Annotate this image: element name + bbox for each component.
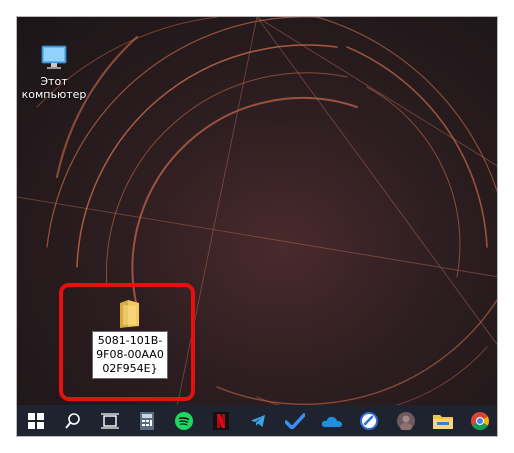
- onedrive-taskbar-button[interactable]: [313, 405, 350, 436]
- spotify-icon: [174, 411, 193, 430]
- search-button[interactable]: [54, 405, 91, 436]
- cloud-icon: [321, 416, 342, 427]
- search-icon: [64, 412, 80, 429]
- windows-logo-icon: [27, 412, 44, 429]
- telegram-taskbar-button[interactable]: [239, 405, 276, 436]
- this-pc-desktop-icon[interactable]: Этот компьютер: [17, 43, 91, 101]
- task-view-button[interactable]: [91, 405, 128, 436]
- telegram-icon: [250, 414, 265, 427]
- calculator-taskbar-button[interactable]: [128, 405, 165, 436]
- checkmark-icon: [284, 412, 305, 429]
- app-icon: [359, 411, 378, 430]
- spotify-taskbar-button[interactable]: [165, 405, 202, 436]
- app-taskbar-button[interactable]: [350, 405, 387, 436]
- taskbar: [17, 405, 497, 436]
- computer-monitor-icon: [38, 43, 70, 73]
- desktop-screen: Этот компьютер 5081-101B-9F08-00AA002F95…: [16, 16, 498, 437]
- this-pc-label: Этот компьютер: [21, 75, 87, 101]
- folder-highlight-frame: [59, 283, 195, 401]
- photo-taskbar-button[interactable]: [387, 405, 424, 436]
- start-button[interactable]: [17, 405, 54, 436]
- task-view-icon: [100, 412, 119, 429]
- netflix-taskbar-button[interactable]: [202, 405, 239, 436]
- explorer-taskbar-button[interactable]: [424, 405, 461, 436]
- chrome-icon: [470, 411, 489, 430]
- netflix-icon: [212, 411, 229, 430]
- avatar-icon: [396, 411, 415, 430]
- folder-icon: [432, 414, 453, 429]
- todo-taskbar-button[interactable]: [276, 405, 313, 436]
- chrome-taskbar-button[interactable]: [461, 405, 497, 436]
- calculator-icon: [139, 411, 154, 430]
